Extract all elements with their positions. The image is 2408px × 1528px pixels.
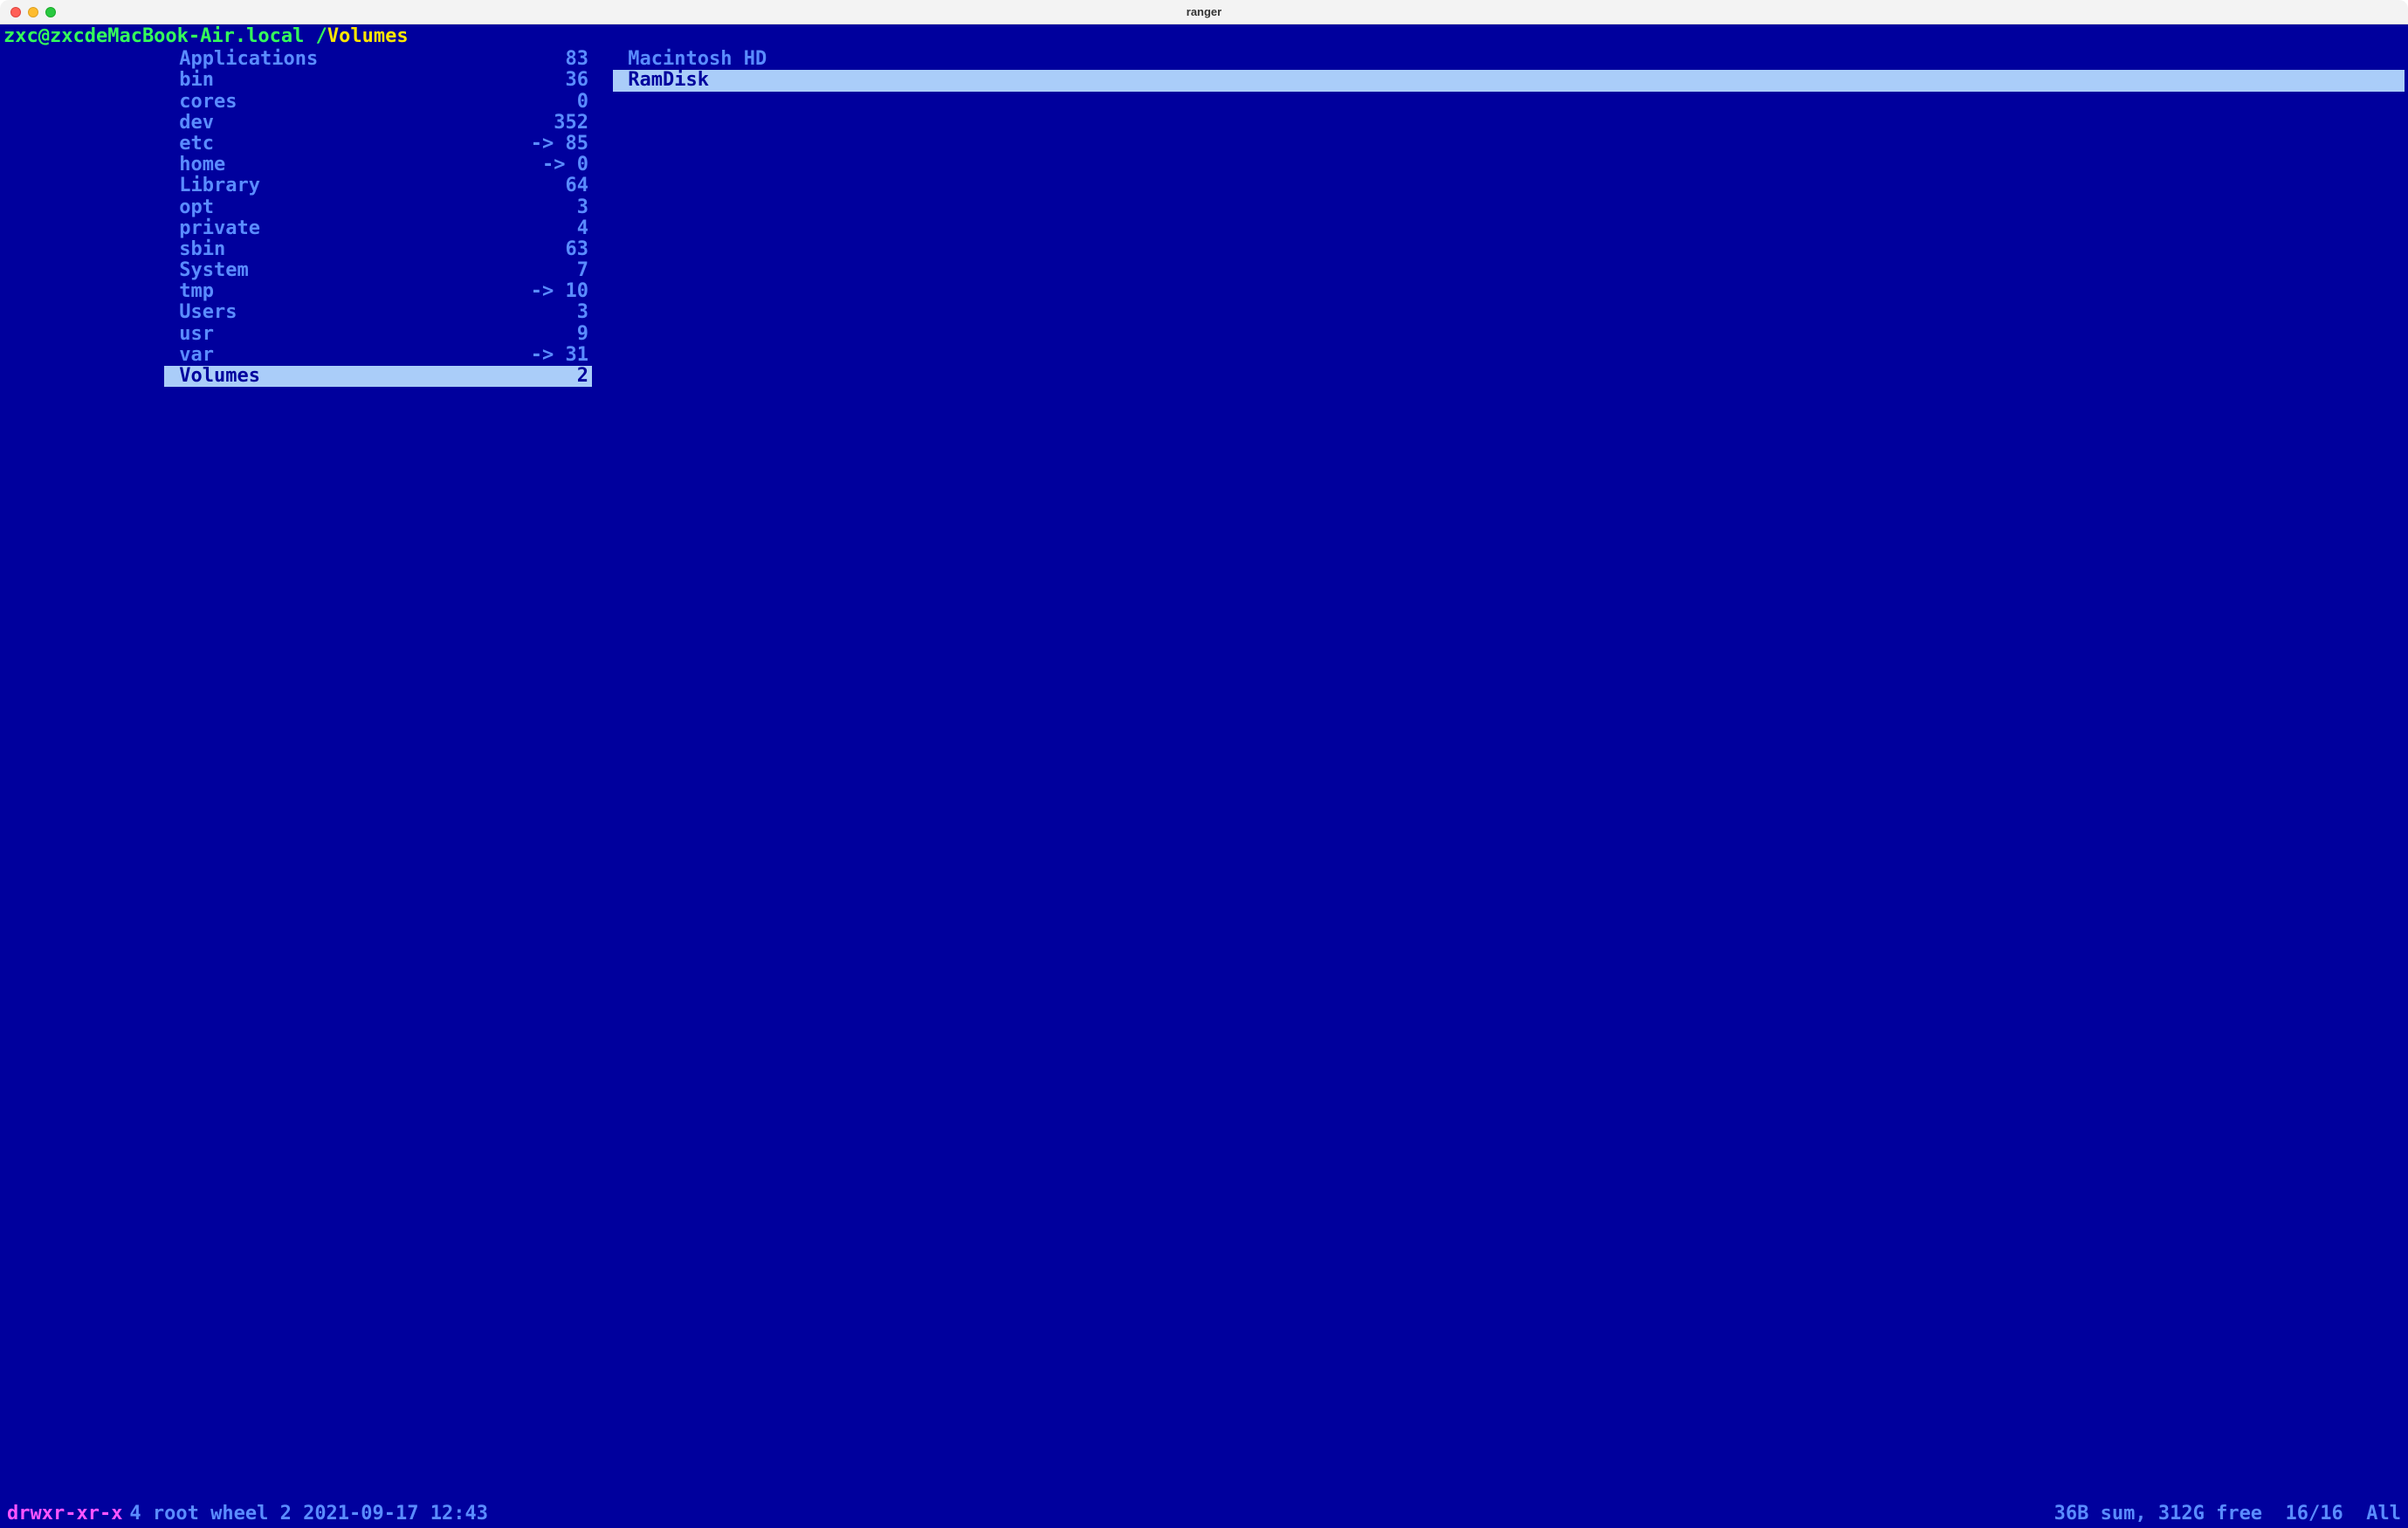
dir-name: dev (168, 113, 214, 134)
close-window-button[interactable] (10, 7, 21, 17)
dir-count: -> 0 (542, 155, 588, 176)
preview-column[interactable]: Macintosh HD RamDisk (613, 49, 2405, 1504)
preview-row[interactable]: Macintosh HD (613, 49, 2405, 70)
dir-name: etc (168, 134, 214, 155)
dir-row[interactable]: sbin 63 (164, 239, 592, 260)
dir-count: -> 31 (531, 345, 588, 366)
zoom-window-button[interactable] (45, 7, 56, 17)
parent-column[interactable] (3, 49, 143, 1504)
dir-name: Library (168, 176, 260, 196)
current-column[interactable]: Applications 83 bin 36 cores 0 dev 352 etc ->… (164, 49, 592, 1504)
preview-row[interactable]: RamDisk (613, 70, 2405, 91)
dir-name: System (168, 260, 249, 281)
dir-count: 9 (577, 324, 588, 345)
dir-name: Users (168, 302, 237, 323)
path-separator: / (316, 26, 327, 47)
dir-count: -> 85 (531, 134, 588, 155)
dir-row[interactable]: Volumes 2 (164, 366, 592, 387)
dir-row[interactable]: etc -> 85 (164, 134, 592, 155)
dir-row[interactable]: usr 9 (164, 324, 592, 345)
status-bar: drwxr-xr-x 4 root wheel 2 2021-09-17 12:… (3, 1504, 2405, 1526)
dir-row[interactable]: dev 352 (164, 113, 592, 134)
dir-name: sbin (168, 239, 225, 260)
dir-count: 64 (566, 176, 589, 196)
dir-name: bin (168, 70, 214, 91)
preview-item-name: Macintosh HD (616, 49, 767, 70)
dir-count: 0 (577, 92, 588, 113)
current-path: Volumes (327, 26, 409, 47)
dir-row[interactable]: home -> 0 (164, 155, 592, 176)
dir-count: 352 (554, 113, 588, 134)
dir-row[interactable]: Users 3 (164, 302, 592, 323)
status-details: 4 root wheel 2 2021-09-17 12:43 (129, 1504, 488, 1525)
minimize-window-button[interactable] (28, 7, 38, 17)
dir-row[interactable]: Library 64 (164, 176, 592, 196)
dir-count: 2 (577, 366, 588, 387)
user-host: zxc@zxcdeMacBook-Air.local (3, 26, 304, 47)
dir-name: private (168, 218, 260, 239)
dir-row[interactable]: opt 3 (164, 197, 592, 218)
dir-row[interactable]: bin 36 (164, 70, 592, 91)
dir-row[interactable]: var -> 31 (164, 345, 592, 366)
ranger-terminal[interactable]: zxc@zxcdeMacBook-Air.local / Volumes App… (0, 24, 2408, 1528)
dir-name: Volumes (168, 366, 260, 387)
dir-row[interactable]: tmp -> 10 (164, 281, 592, 302)
dir-count: 63 (566, 239, 589, 260)
dir-row[interactable]: private 4 (164, 218, 592, 239)
window-title: ranger (0, 5, 2408, 18)
dir-count: -> 10 (531, 281, 588, 302)
dir-row[interactable]: cores 0 (164, 92, 592, 113)
dir-name: Applications (168, 49, 318, 70)
dir-name: usr (168, 324, 214, 345)
traffic-lights (0, 7, 56, 17)
dir-name: opt (168, 197, 214, 218)
dir-count: 4 (577, 218, 588, 239)
dir-name: cores (168, 92, 237, 113)
dir-row[interactable]: Applications 83 (164, 49, 592, 70)
dir-name: home (168, 155, 225, 176)
dir-row[interactable]: System 7 (164, 260, 592, 281)
dir-count: 7 (577, 260, 588, 281)
dir-count: 3 (577, 197, 588, 218)
ranger-columns: Applications 83 bin 36 cores 0 dev 352 etc ->… (3, 49, 2405, 1504)
dir-count: 36 (566, 70, 589, 91)
window-titlebar: ranger (0, 0, 2408, 24)
status-summary: 36B sum, 312G free 16/16 All (2054, 1504, 2401, 1525)
dir-count: 83 (566, 49, 589, 70)
dir-name: var (168, 345, 214, 366)
status-permissions: drwxr-xr-x (7, 1504, 122, 1525)
preview-item-name: RamDisk (616, 70, 709, 91)
dir-count: 3 (577, 302, 588, 323)
dir-name: tmp (168, 281, 214, 302)
ranger-header: zxc@zxcdeMacBook-Air.local / Volumes (3, 26, 2405, 49)
